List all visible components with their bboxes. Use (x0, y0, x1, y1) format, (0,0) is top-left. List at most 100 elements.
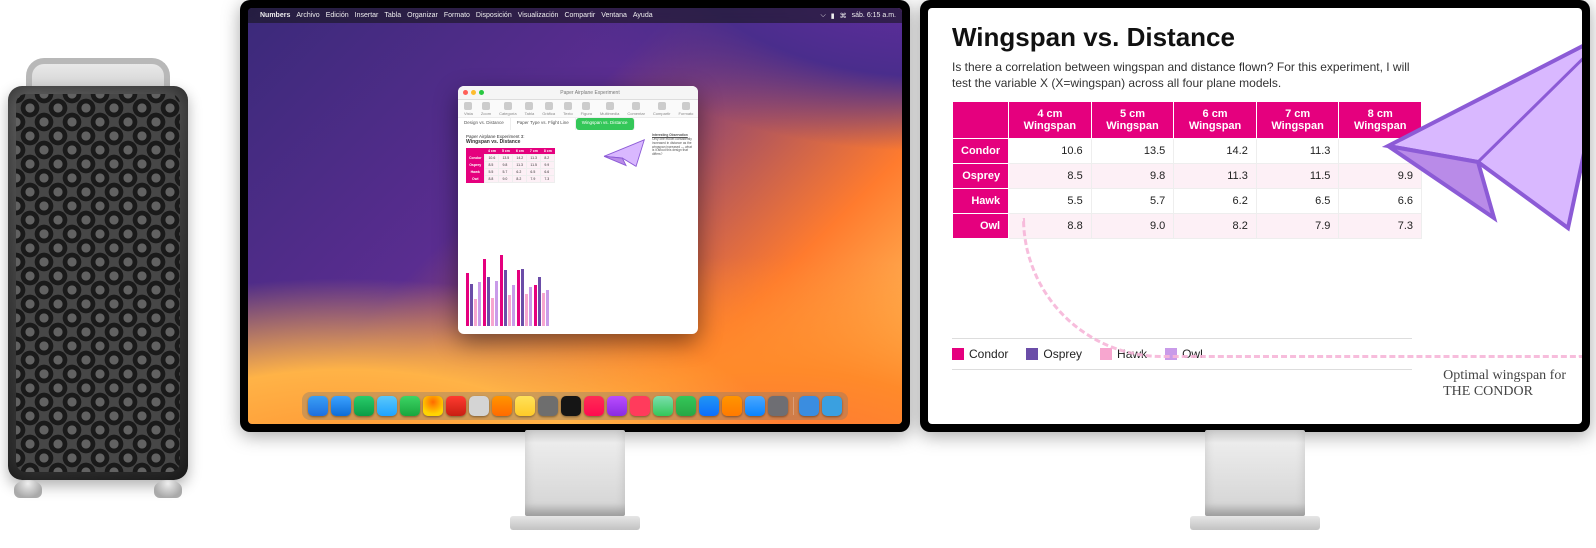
mini-bar-chart (466, 236, 690, 326)
menu-ventana[interactable]: Ventana (601, 12, 627, 19)
dock-reminders-icon[interactable] (492, 396, 512, 416)
menu-insertar[interactable]: Insertar (355, 12, 379, 19)
menu-disposición[interactable]: Disposición (476, 12, 512, 19)
cell-condor-0[interactable]: 10.6 (1009, 139, 1092, 164)
dock-numbers-icon[interactable] (676, 396, 696, 416)
menubar-menus[interactable]: Archivo Edición Insertar Tabla Organizar Form… (296, 12, 652, 19)
toolbar-comentar[interactable]: Comentar (627, 102, 645, 116)
dock-notes-icon[interactable] (515, 396, 535, 416)
menu-archivo[interactable]: Archivo (296, 12, 319, 19)
dock-freeform-icon[interactable] (538, 396, 558, 416)
table-row-condor[interactable]: Condor10.613.514.211.38.2 (953, 139, 1422, 164)
tab-paper-type[interactable]: Paper Type vs. Flight Line (511, 118, 576, 130)
paper-plane-icon (602, 138, 650, 170)
dock-keynote-icon[interactable] (699, 396, 719, 416)
dock-tv-icon[interactable] (561, 396, 581, 416)
dock-downloads-icon[interactable] (822, 396, 842, 416)
toolbar-categoría[interactable]: Categoría (499, 102, 517, 116)
toolbar-zoom[interactable]: Zoom (481, 102, 491, 116)
toolbar-formato[interactable]: Formato (678, 102, 693, 116)
window-titlebar[interactable]: Paper Airplane Experiment (458, 86, 698, 100)
col-7-cm-wingspan[interactable]: 7 cm Wingspan (1256, 102, 1339, 139)
dock-podcasts-icon[interactable] (607, 396, 627, 416)
table-row-osprey[interactable]: Osprey8.59.811.311.59.9 (953, 164, 1422, 189)
monitor-left-stand (525, 430, 625, 516)
dock-mail-icon[interactable] (377, 396, 397, 416)
menu-bar[interactable]: Numbers Archivo Edición Insertar Tabla Organ… (248, 8, 902, 23)
rowhead-owl[interactable]: Owl (953, 214, 1009, 239)
toolbar-figura[interactable]: Figura (581, 102, 592, 116)
cell-osprey-2[interactable]: 11.3 (1174, 164, 1257, 189)
rowhead-condor[interactable]: Condor (953, 139, 1009, 164)
dock[interactable] (302, 392, 848, 420)
menu-tabla[interactable]: Tabla (384, 12, 401, 19)
control-center-icon[interactable]: ⌘ (840, 12, 847, 20)
menu-compartir[interactable]: Compartir (564, 12, 595, 19)
cell-osprey-3[interactable]: 11.5 (1256, 164, 1339, 189)
cell-hawk-2[interactable]: 6.2 (1174, 189, 1257, 214)
menu-organizar[interactable]: Organizar (407, 12, 438, 19)
dock-contacts-icon[interactable] (469, 396, 489, 416)
dock-trash-icon[interactable] (799, 396, 819, 416)
minimize-icon[interactable] (471, 90, 476, 95)
cell-condor-2[interactable]: 14.2 (1174, 139, 1257, 164)
dock-calendar-icon[interactable] (446, 396, 466, 416)
rowhead-hawk[interactable]: Hawk (953, 189, 1009, 214)
dock-safari-icon[interactable] (331, 396, 351, 416)
zoomed-sheet[interactable]: Wingspan vs. Distance Is there a correla… (928, 8, 1582, 424)
mini-data-table[interactable]: 4 cm5 cm6 cm7 cm8 cmCondor10.613.514.211… (466, 148, 555, 183)
zoom-icon[interactable] (479, 90, 484, 95)
bar-Condor-7 cm (517, 270, 520, 327)
table-row-hawk[interactable]: Hawk5.55.76.26.56.6 (953, 189, 1422, 214)
menu-ayuda[interactable]: Ayuda (633, 12, 653, 19)
bar-Osprey-4 cm (470, 284, 473, 327)
dock-settings-icon[interactable] (768, 396, 788, 416)
dock-photos-icon[interactable] (423, 396, 443, 416)
sheet-tabs[interactable]: Design vs. Distance Paper Type vs. Fligh… (458, 118, 698, 130)
dock-news-icon[interactable] (630, 396, 650, 416)
menubar-status-area[interactable]: ⌵ ▮ ⌘ sáb. 6:15 a.m. (820, 12, 896, 20)
tab-design[interactable]: Design vs. Distance (458, 118, 511, 130)
col-4-cm-wingspan[interactable]: 4 cm Wingspan (1009, 102, 1092, 139)
dock-facetime-icon[interactable] (400, 396, 420, 416)
bar-group-7-cm (517, 269, 532, 327)
dock-appstore-icon[interactable] (745, 396, 765, 416)
close-icon[interactable] (463, 90, 468, 95)
col-6-cm-wingspan[interactable]: 6 cm Wingspan (1174, 102, 1257, 139)
numbers-window[interactable]: Paper Airplane Experiment Vista Zoom Categ… (458, 86, 698, 334)
toolbar-compartir[interactable]: Compartir (653, 102, 671, 116)
observation-note: Interesting Observation Only one model c… (652, 134, 692, 180)
toolbar-multimedia[interactable]: Multimedia (600, 102, 619, 116)
cell-hawk-0[interactable]: 5.5 (1009, 189, 1092, 214)
menu-edición[interactable]: Edición (326, 12, 349, 19)
menubar-clock[interactable]: sáb. 6:15 a.m. (852, 12, 896, 19)
dock-music-icon[interactable] (584, 396, 604, 416)
dock-maps-icon[interactable] (653, 396, 673, 416)
menubar-app-name[interactable]: Numbers (260, 12, 290, 19)
cell-osprey-1[interactable]: 9.8 (1091, 164, 1174, 189)
menu-formato[interactable]: Formato (444, 12, 470, 19)
battery-icon[interactable]: ▮ (831, 12, 835, 20)
dock-finder-icon[interactable] (308, 396, 328, 416)
bar-Condor-4 cm (466, 273, 469, 326)
col-5-cm-wingspan[interactable]: 5 cm Wingspan (1091, 102, 1174, 139)
monitor-right-bezel: Wingspan vs. Distance Is there a correla… (920, 0, 1590, 432)
cell-condor-1[interactable]: 13.5 (1091, 139, 1174, 164)
sheet-description: Is there a correlation between wingspan … (952, 59, 1412, 91)
window-toolbar[interactable]: Vista Zoom Categoría Tabla Gráfica Texto Figur… (458, 100, 698, 118)
toolbar-gráfica[interactable]: Gráfica (542, 102, 555, 116)
toolbar-texto[interactable]: Texto (563, 102, 573, 116)
menu-visualización[interactable]: Visualización (518, 12, 559, 19)
cell-hawk-3[interactable]: 6.5 (1256, 189, 1339, 214)
dock-pages-icon[interactable] (722, 396, 742, 416)
cell-osprey-0[interactable]: 8.5 (1009, 164, 1092, 189)
cell-hawk-1[interactable]: 5.7 (1091, 189, 1174, 214)
rowhead-osprey[interactable]: Osprey (953, 164, 1009, 189)
toolbar-vista[interactable]: Vista (464, 102, 473, 116)
dock-messages-icon[interactable] (354, 396, 374, 416)
mac-pro-body (8, 86, 188, 480)
wifi-icon[interactable]: ⌵ (820, 12, 825, 20)
cell-condor-3[interactable]: 11.3 (1256, 139, 1339, 164)
toolbar-tabla[interactable]: Tabla (525, 102, 535, 116)
tab-wingspan-active[interactable]: Wingspan vs. Distance (576, 118, 635, 130)
